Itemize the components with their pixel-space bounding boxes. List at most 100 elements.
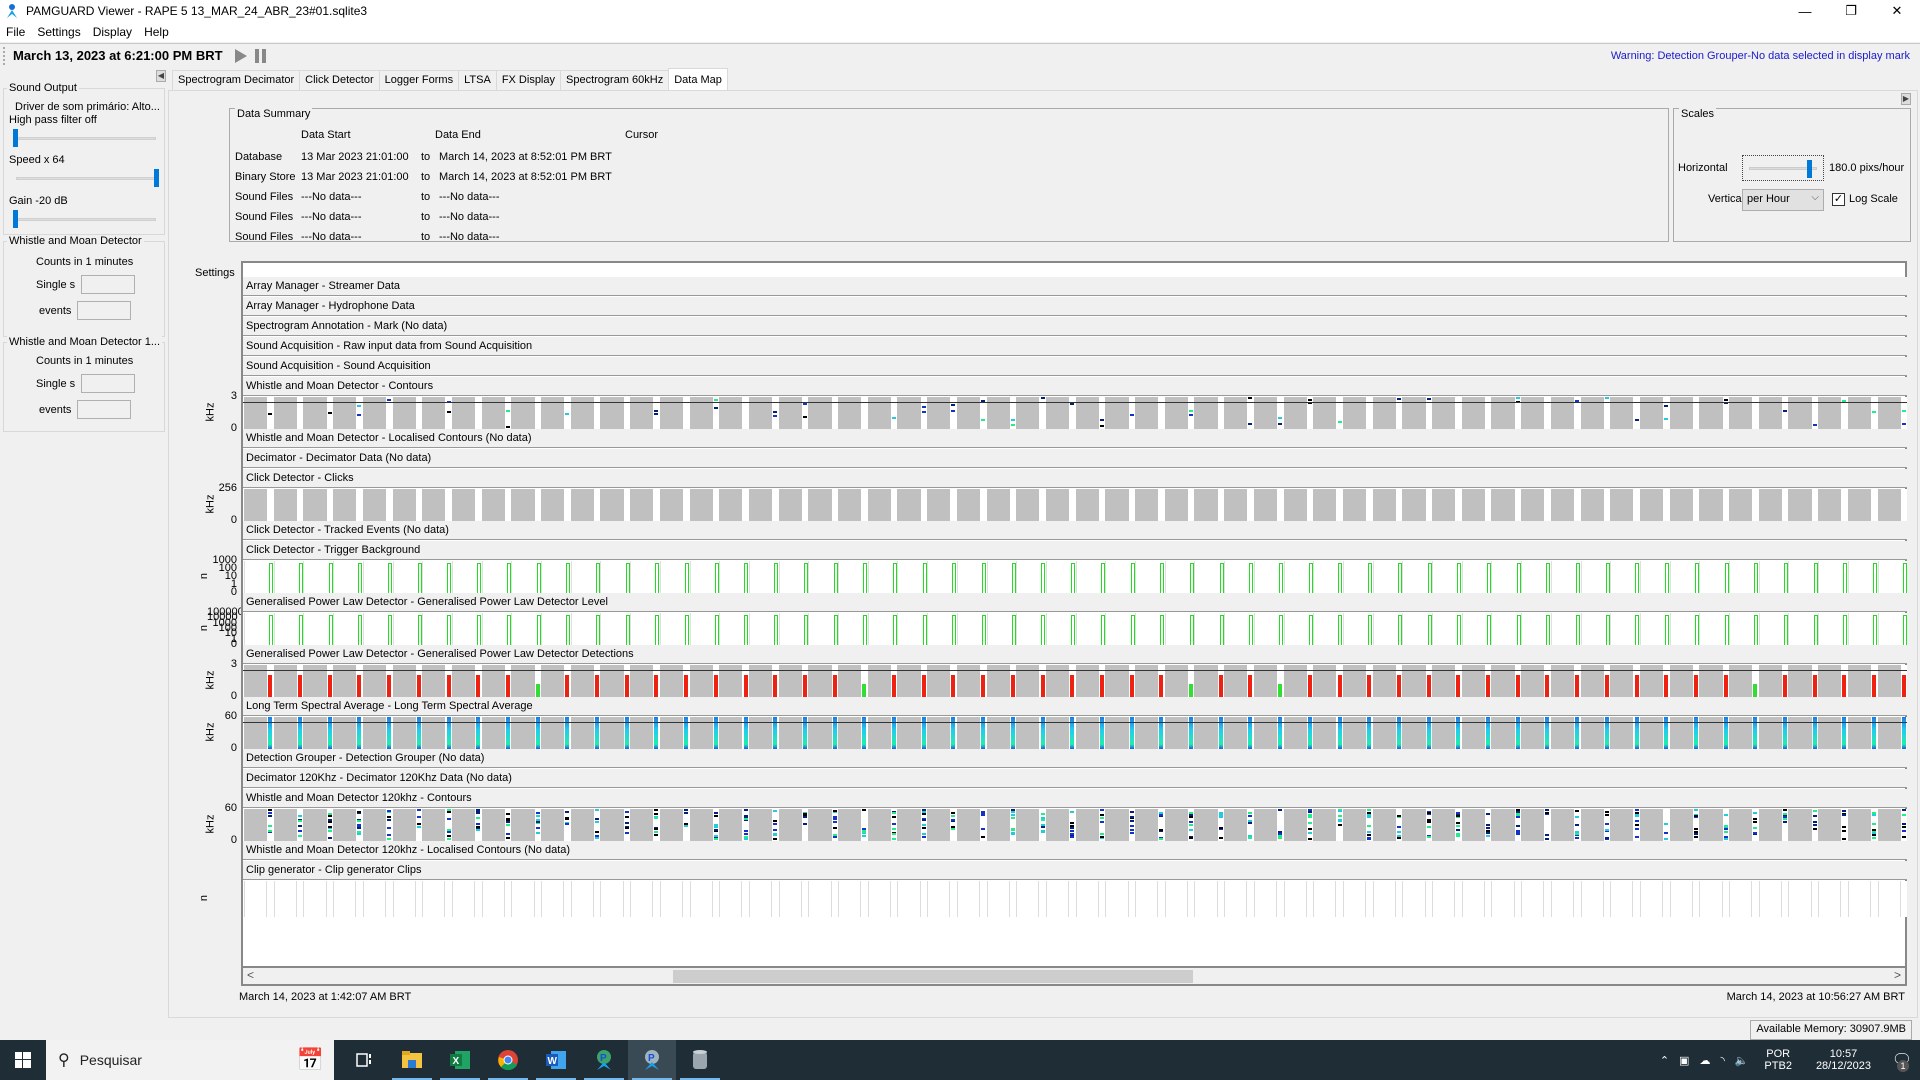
- scrollbar-thumb[interactable]: [673, 970, 1193, 983]
- tab-click-detector[interactable]: Click Detector: [299, 70, 380, 90]
- data-block: [1164, 561, 1194, 593]
- strip-label[interactable]: Click Detector - Tracked Events (No data…: [243, 521, 1907, 540]
- menu-help[interactable]: Help: [144, 25, 169, 39]
- strip-label[interactable]: Whistle and Moan Detector 120khz - Conto…: [243, 789, 1907, 808]
- vertical-scale-select[interactable]: per Hour ⌵: [1742, 189, 1824, 211]
- file-explorer-icon[interactable]: [388, 1040, 436, 1080]
- chrome-icon[interactable]: [484, 1040, 532, 1080]
- taskbar-search[interactable]: ⚲ Pesquisar 📅: [46, 1040, 334, 1080]
- strip-label[interactable]: Generalised Power Law Detector - General…: [243, 645, 1907, 664]
- count-bar: [982, 563, 987, 593]
- close-button[interactable]: ✕: [1874, 0, 1920, 22]
- wmd2-single-field[interactable]: [81, 374, 136, 393]
- data-block: [1669, 613, 1699, 645]
- strip-plot-ltsa[interactable]: [243, 717, 1907, 749]
- data-block: [273, 489, 297, 521]
- clock[interactable]: 10:57 28/12/2023: [1811, 1048, 1876, 1072]
- data-block: [1491, 561, 1521, 593]
- y-tick-label: 256: [218, 482, 237, 494]
- data-block: [1045, 489, 1070, 521]
- gain-slider[interactable]: [13, 210, 156, 228]
- wmd2-events-field[interactable]: [77, 400, 132, 419]
- language-indicator[interactable]: POR PTB2: [1759, 1048, 1797, 1072]
- tab-data-map[interactable]: Data Map: [668, 68, 728, 90]
- strip-label[interactable]: Decimator - Decimator Data (No data): [243, 449, 1907, 468]
- high-pass-slider[interactable]: [13, 129, 156, 147]
- wmd1-events-field[interactable]: [77, 301, 132, 320]
- scroll-left-icon[interactable]: <: [247, 968, 254, 982]
- wmd1-single-field[interactable]: [81, 275, 136, 294]
- pamguard-icon[interactable]: P: [580, 1040, 628, 1080]
- data-block: [392, 881, 416, 917]
- strip-plot-red[interactable]: [243, 665, 1907, 697]
- count-bar: [1308, 615, 1313, 645]
- collapse-panel-icon[interactable]: ◀: [156, 70, 166, 82]
- strip-label[interactable]: Click Detector - Trigger Background: [243, 541, 1907, 560]
- strip-label[interactable]: Sound Acquisition - Sound Acquisition: [243, 357, 1907, 376]
- contour-mark: [357, 831, 362, 833]
- contour-mark: [268, 825, 273, 827]
- strip-label[interactable]: Spectrogram Annotation - Mark (No data): [243, 317, 1907, 336]
- strip-plot-gray[interactable]: [243, 489, 1907, 521]
- tab-spectrogram-decimator[interactable]: Spectrogram Decimator: [172, 70, 301, 90]
- strip-label[interactable]: Generalised Power Law Detector - General…: [243, 593, 1907, 612]
- strip-label[interactable]: Clip generator - Clip generator Clips: [243, 861, 1907, 880]
- strip-plot-green[interactable]: [243, 561, 1907, 593]
- onedrive-icon[interactable]: ☁: [1699, 1054, 1710, 1067]
- strip-label[interactable]: Detection Grouper - Detection Grouper (N…: [243, 749, 1907, 768]
- strip-label[interactable]: Whistle and Moan Detector 120khz - Local…: [243, 841, 1907, 860]
- strip-label[interactable]: Click Detector - Clicks: [243, 469, 1907, 488]
- strip-plot-green[interactable]: [243, 613, 1907, 645]
- menu-file[interactable]: File: [6, 25, 25, 39]
- strip-plot-contours[interactable]: [243, 397, 1907, 429]
- pamguard-viewer-icon[interactable]: P: [628, 1040, 676, 1080]
- pause-icon[interactable]: [254, 48, 266, 63]
- log-scale-checkbox[interactable]: ✓: [1832, 193, 1845, 206]
- excel-icon[interactable]: X: [436, 1040, 484, 1080]
- contour-mark: [1129, 816, 1134, 818]
- menu-display[interactable]: Display: [93, 25, 132, 39]
- horizontal-scale-slider[interactable]: [1742, 155, 1824, 181]
- strip-label[interactable]: Whistle and Moan Detector - Localised Co…: [243, 429, 1907, 448]
- scroll-right-icon[interactable]: >: [1894, 968, 1901, 982]
- restore-button[interactable]: ❐: [1828, 0, 1874, 22]
- strip-label[interactable]: Array Manager - Streamer Data: [243, 277, 1907, 296]
- tab-ltsa[interactable]: LTSA: [458, 70, 497, 90]
- tab-spectrogram-60khz[interactable]: Spectrogram 60kHz: [560, 70, 670, 90]
- summary-row: Binary Store 13 Mar 2023 21:01:00 to March …: [235, 167, 629, 187]
- detection-mark: [505, 674, 510, 697]
- task-view-icon[interactable]: [340, 1040, 388, 1080]
- data-block: [778, 881, 802, 917]
- wifi-icon[interactable]: ◝: [1720, 1054, 1724, 1067]
- strip-label[interactable]: Whistle and Moan Detector - Contours: [243, 377, 1907, 396]
- meet-icon[interactable]: ▣: [1679, 1054, 1689, 1067]
- volume-icon[interactable]: 🔈: [1735, 1054, 1749, 1067]
- speed-slider[interactable]: [16, 169, 159, 187]
- database-tool-icon[interactable]: [676, 1040, 724, 1080]
- notifications-button[interactable]: 🗨 1: [1884, 1040, 1920, 1080]
- data-block: [748, 489, 773, 521]
- strip-label[interactable]: Decimator 120Khz - Decimator 120Khz Data…: [243, 769, 1907, 788]
- contour-mark: [1099, 817, 1104, 819]
- y-tick-label: 0: [230, 690, 237, 702]
- data-block: [1639, 489, 1664, 521]
- tab-logger-forms[interactable]: Logger Forms: [378, 70, 460, 90]
- toolbar-grip[interactable]: [3, 46, 7, 65]
- start-button[interactable]: [0, 1040, 46, 1080]
- detection-mark: [832, 674, 837, 697]
- minimize-button[interactable]: —: [1782, 0, 1828, 22]
- strip-label[interactable]: Sound Acquisition - Raw input data from …: [243, 337, 1907, 356]
- word-icon[interactable]: W: [532, 1040, 580, 1080]
- data-block: [1016, 561, 1046, 593]
- strip-label[interactable]: Long Term Spectral Average - Long Term S…: [243, 697, 1907, 716]
- play-icon[interactable]: [234, 48, 247, 63]
- tab-fx-display[interactable]: FX Display: [495, 70, 561, 90]
- contour-mark: [327, 821, 332, 823]
- strip-plot-contours120[interactable]: [243, 809, 1907, 841]
- strip-plot-clips[interactable]: [243, 881, 1907, 917]
- strip-label[interactable]: Array Manager - Hydrophone Data: [243, 297, 1907, 316]
- horizontal-scrollbar[interactable]: < >: [243, 966, 1905, 984]
- menu-settings[interactable]: Settings: [37, 25, 80, 39]
- expand-panel-icon[interactable]: ▶: [1901, 93, 1911, 105]
- tray-expand-icon[interactable]: ⌃: [1660, 1054, 1669, 1067]
